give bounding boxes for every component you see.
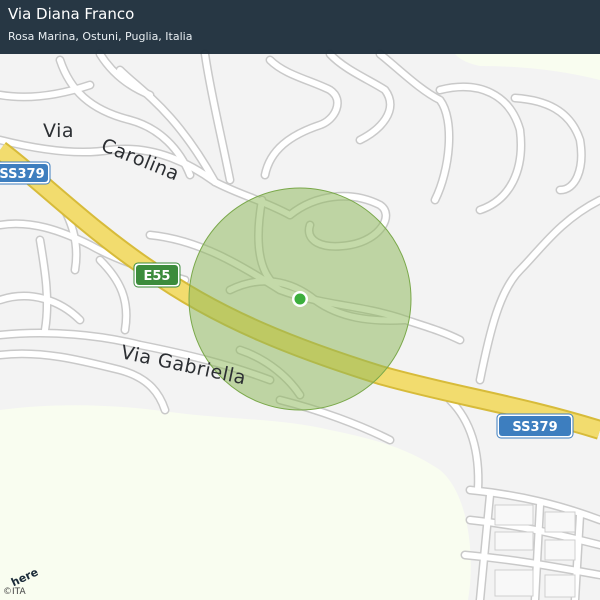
map-app: Via Carolina Via Gabriella SS379 E55 SS3…	[0, 0, 600, 600]
shield-e55: E55	[133, 262, 181, 288]
location-title: Via Diana Franco	[8, 5, 135, 23]
road-label-via: Via	[43, 120, 74, 142]
location-dot-icon[interactable]	[292, 291, 308, 307]
shield-ss379-left: SS379	[0, 161, 51, 185]
location-header: Via Diana Franco Rosa Marina, Ostuni, Pu…	[0, 0, 600, 54]
svg-text:E55: E55	[144, 269, 171, 284]
map-canvas[interactable]: Via Carolina Via Gabriella SS379 E55 SS3…	[0, 0, 600, 600]
here-logo-icon: here	[9, 566, 40, 586]
svg-text:SS379: SS379	[0, 167, 45, 182]
map-copyright: ©ITA	[3, 587, 26, 597]
shield-ss379-right: SS379	[496, 413, 574, 439]
location-subtitle: Rosa Marina, Ostuni, Puglia, Italia	[8, 30, 193, 43]
svg-text:SS379: SS379	[512, 420, 557, 435]
svg-text:here: here	[9, 566, 40, 586]
